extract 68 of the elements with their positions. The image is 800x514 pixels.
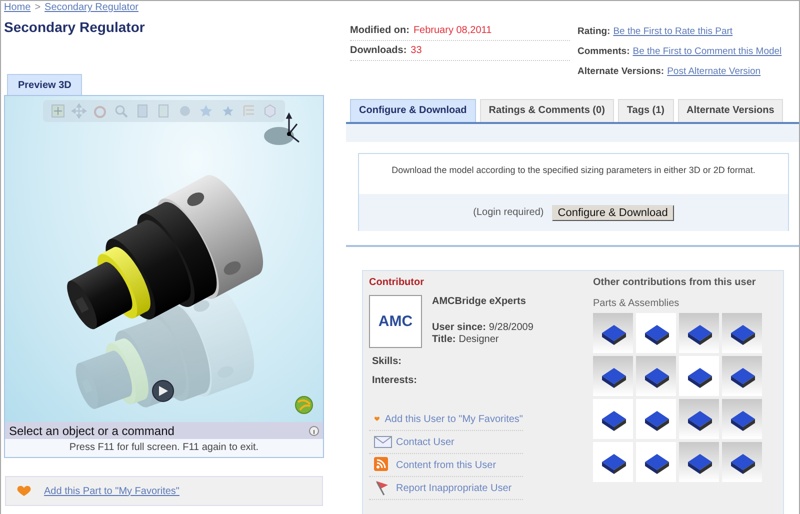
model-thumbnail[interactable] xyxy=(636,356,676,396)
tab[interactable]: Alternate Versions xyxy=(678,99,784,122)
login-note: (Login required) xyxy=(473,207,544,218)
star-icon xyxy=(198,103,214,119)
user-link[interactable]: Contact User xyxy=(396,436,454,448)
search-icon xyxy=(113,103,130,119)
pan-icon xyxy=(70,103,87,119)
configure-download-button[interactable]: Configure & Download xyxy=(552,204,674,220)
user-link[interactable]: Content from this User xyxy=(396,460,496,470)
category-label: Parts & Assemblies xyxy=(593,298,680,309)
play-icon xyxy=(158,386,168,396)
description-text: Download the model according to the specified sizing parameters in either 3D or 2D format. xyxy=(390,164,756,177)
tab[interactable]: Ratings & Comments (0) xyxy=(480,99,614,122)
field-label: User since: xyxy=(432,322,486,333)
field-link[interactable]: Be the First to Comment this Model xyxy=(632,46,782,56)
model-thumbnail[interactable] xyxy=(679,313,719,353)
add-favorite-link[interactable]: Add this Part to "My Favorites" xyxy=(44,486,180,496)
field-label: Title: xyxy=(432,334,456,345)
field-label: Skills: xyxy=(372,356,402,367)
status-message: Select an object or a command xyxy=(9,424,174,438)
model-thumbnail[interactable] xyxy=(636,442,676,482)
field-value: 33 xyxy=(410,45,422,56)
play-button[interactable] xyxy=(152,380,174,402)
model-thumbnail[interactable] xyxy=(636,313,676,353)
field-label: Comments: xyxy=(578,46,630,56)
globe-icon xyxy=(295,396,313,414)
field-label: Interests: xyxy=(372,375,418,386)
model-thumbnail[interactable] xyxy=(722,399,762,439)
fullscreen-hint: Press F11 for full screen. F11 again to exit. xyxy=(5,439,323,457)
model-thumbnail[interactable] xyxy=(679,399,719,439)
preview-tab[interactable]: Preview 3D xyxy=(7,74,82,95)
model-thumbnail[interactable] xyxy=(722,313,762,353)
model-thumbnail[interactable] xyxy=(593,399,633,439)
field-value: February 08,2011 xyxy=(413,25,492,36)
user-link[interactable]: Add this User to "My Favorites" xyxy=(384,414,523,424)
section-heading: Other contributions from this user xyxy=(593,277,757,288)
logo-text: AMC xyxy=(378,313,413,330)
model-thumbnail[interactable] xyxy=(593,442,633,482)
model-thumbnail[interactable] xyxy=(593,313,633,353)
field-link[interactable]: Post Alternate Version xyxy=(667,66,761,76)
page-title: Secondary Regulator xyxy=(4,19,146,37)
breadcrumb-link[interactable]: Secondary Regulator xyxy=(44,2,138,13)
field-value: 9/28/2009 xyxy=(488,322,534,333)
cube-icon xyxy=(262,103,278,119)
field-label: Downloads: xyxy=(350,45,407,56)
user-name: AMCBridge eXperts xyxy=(432,296,527,309)
tab[interactable]: Tags (1) xyxy=(618,99,674,122)
model-thumbnail[interactable] xyxy=(679,442,719,482)
info-icon xyxy=(309,426,319,436)
model-thumbnail[interactable] xyxy=(679,356,719,396)
field-value: Designer xyxy=(458,334,499,345)
envelope-icon xyxy=(374,434,392,450)
model-thumbnail[interactable] xyxy=(722,356,762,396)
field-link[interactable]: Be the First to Rate this Part xyxy=(613,26,733,36)
breadcrumb-link[interactable]: Home xyxy=(4,2,31,13)
model-thumbnail[interactable] xyxy=(722,442,762,482)
field-label: Modified on: xyxy=(350,25,410,36)
model-thumbnail[interactable] xyxy=(593,356,633,396)
tab[interactable]: Configure & Download xyxy=(350,99,476,122)
fit-icon xyxy=(50,103,66,119)
field-label: Rating: xyxy=(578,26,610,36)
heart-icon xyxy=(16,485,32,497)
user-link[interactable]: Report Inappropriate User xyxy=(396,482,512,494)
rotate-icon xyxy=(92,103,108,119)
field-label: Alternate Versions: xyxy=(578,66,664,76)
model-thumbnail[interactable] xyxy=(636,399,676,439)
breadcrumb-separator: > xyxy=(34,2,41,13)
section-heading: Contributor xyxy=(369,277,425,288)
